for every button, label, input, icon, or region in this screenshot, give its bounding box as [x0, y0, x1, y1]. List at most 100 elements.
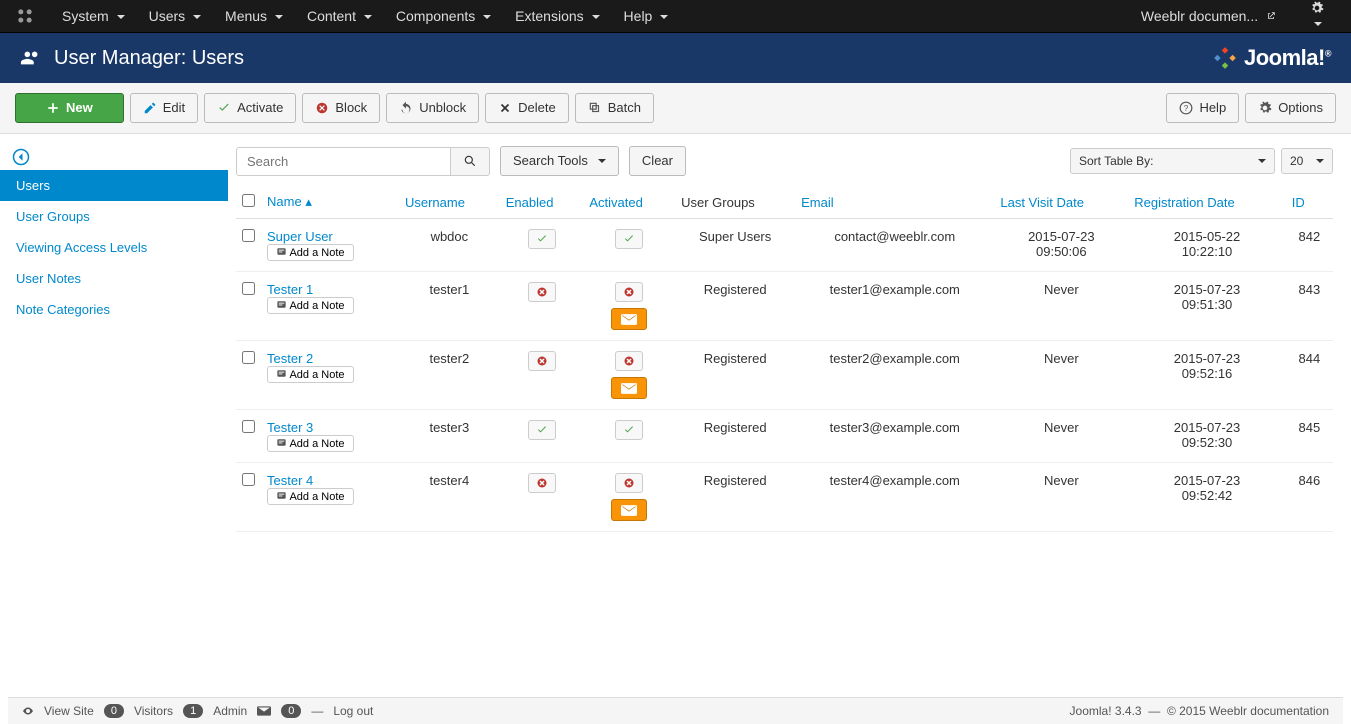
gear-icon	[1310, 1, 1324, 15]
sidebar-collapse[interactable]	[0, 144, 228, 170]
search-tools-button[interactable]: Search Tools	[500, 146, 619, 176]
users-icon	[20, 47, 42, 69]
enabled-toggle[interactable]	[528, 351, 556, 371]
username-cell: tester1	[399, 272, 500, 341]
search-button[interactable]	[451, 147, 490, 176]
block-button[interactable]: Block	[302, 93, 380, 123]
site-frontend-link[interactable]: Weeblr documen...	[1129, 0, 1288, 32]
table-row: Super User Add a NotewbdocSuper Userscon…	[236, 219, 1333, 272]
activated-toggle[interactable]	[615, 473, 643, 493]
table-row: Tester 4 Add a Notetester4Registeredtest…	[236, 463, 1333, 532]
help-button[interactable]: ? Help	[1166, 93, 1239, 123]
username-cell: tester3	[399, 410, 500, 463]
row-checkbox[interactable]	[242, 351, 255, 364]
top-menu-components[interactable]: Components	[384, 0, 503, 32]
col-registration[interactable]: Registration Date	[1128, 186, 1286, 219]
clear-button[interactable]: Clear	[629, 146, 686, 176]
admin-label[interactable]: Admin	[213, 704, 247, 718]
user-name-link[interactable]: Super User	[267, 229, 333, 244]
top-menu-system[interactable]: System	[50, 0, 137, 32]
svg-text:?: ?	[1184, 104, 1189, 113]
activated-toggle[interactable]	[615, 282, 643, 302]
page-header: User Manager: Users Joomla!®	[0, 33, 1351, 83]
logout-link[interactable]: Log out	[333, 704, 373, 718]
unblock-button[interactable]: Unblock	[386, 93, 479, 123]
sidebar-item-users[interactable]: Users	[0, 170, 228, 201]
col-username[interactable]: Username	[399, 186, 500, 219]
search-input[interactable]	[236, 147, 451, 176]
registration-cell: 2015-07-2309:52:16	[1128, 341, 1286, 410]
row-checkbox[interactable]	[242, 420, 255, 433]
check-all[interactable]	[242, 194, 255, 207]
user-name-link[interactable]: Tester 4	[267, 473, 313, 488]
user-name-link[interactable]: Tester 3	[267, 420, 313, 435]
top-menu-extensions[interactable]: Extensions	[503, 0, 611, 32]
arrow-left-circle-icon	[12, 148, 30, 166]
top-menu-content[interactable]: Content	[295, 0, 384, 32]
id-cell: 844	[1286, 341, 1333, 410]
add-note-button[interactable]: Add a Note	[267, 297, 354, 314]
user-name-link[interactable]: Tester 1	[267, 282, 313, 297]
batch-button[interactable]: Batch	[575, 93, 654, 123]
email-cell: tester1@example.com	[795, 272, 994, 341]
add-note-button[interactable]: Add a Note	[267, 435, 354, 452]
batch-icon	[588, 101, 602, 115]
add-note-button[interactable]: Add a Note	[267, 366, 354, 383]
email-cell: tester3@example.com	[795, 410, 994, 463]
col-email[interactable]: Email	[795, 186, 994, 219]
add-note-button[interactable]: Add a Note	[267, 488, 354, 505]
col-id[interactable]: ID	[1286, 186, 1333, 219]
send-activation-mail[interactable]	[611, 499, 647, 521]
send-activation-mail[interactable]	[611, 308, 647, 330]
logout-separator: —	[311, 704, 323, 718]
users-table: Name ▴ Username Enabled Activated User G…	[236, 186, 1333, 532]
plus-icon	[46, 101, 60, 115]
add-note-button[interactable]: Add a Note	[267, 244, 354, 261]
sidebar-item-user-groups[interactable]: User Groups	[0, 201, 228, 232]
activate-button[interactable]: Activate	[204, 93, 296, 123]
user-name-link[interactable]: Tester 2	[267, 351, 313, 366]
limit-select[interactable]: 20	[1281, 148, 1333, 174]
sidebar-item-note-categories[interactable]: Note Categories	[0, 294, 228, 325]
registration-cell: 2015-07-2309:51:30	[1128, 272, 1286, 341]
col-lastvisit[interactable]: Last Visit Date	[994, 186, 1128, 219]
top-menu-users[interactable]: Users	[137, 0, 213, 32]
email-cell: tester2@example.com	[795, 341, 994, 410]
messages-badge[interactable]: 0	[281, 704, 301, 718]
sort-select[interactable]: Sort Table By:	[1070, 148, 1275, 174]
main-area: UsersUser GroupsViewing Access LevelsUse…	[0, 134, 1351, 544]
activated-toggle[interactable]	[615, 229, 643, 249]
col-enabled[interactable]: Enabled	[500, 186, 584, 219]
col-activated[interactable]: Activated	[583, 186, 675, 219]
delete-button[interactable]: Delete	[485, 93, 569, 123]
new-button[interactable]: New	[15, 93, 124, 123]
send-activation-mail[interactable]	[611, 377, 647, 399]
username-cell: tester4	[399, 463, 500, 532]
view-site-link[interactable]: View Site	[44, 704, 94, 718]
row-checkbox[interactable]	[242, 229, 255, 242]
enabled-toggle[interactable]	[528, 473, 556, 493]
row-checkbox[interactable]	[242, 282, 255, 295]
activated-toggle[interactable]	[615, 420, 643, 440]
x-icon	[498, 101, 512, 115]
col-groups: User Groups	[675, 186, 795, 219]
action-toolbar: New Edit Activate Block Unblock Delete B…	[0, 83, 1351, 134]
col-name[interactable]: Name ▴	[261, 186, 399, 219]
edit-button[interactable]: Edit	[130, 93, 198, 123]
top-menu-menus[interactable]: Menus	[213, 0, 295, 32]
top-settings-menu[interactable]	[1298, 0, 1336, 39]
search-icon	[463, 154, 477, 168]
email-cell: contact@weeblr.com	[795, 219, 994, 272]
visitors-label[interactable]: Visitors	[134, 704, 173, 718]
enabled-toggle[interactable]	[528, 420, 556, 440]
sidebar-item-user-notes[interactable]: User Notes	[0, 263, 228, 294]
content-area: Search Tools Clear Sort Table By: 20 Nam…	[228, 134, 1351, 544]
enabled-toggle[interactable]	[528, 229, 556, 249]
top-menu-help[interactable]: Help	[612, 0, 681, 32]
row-checkbox[interactable]	[242, 473, 255, 486]
sidebar-item-viewing-access-levels[interactable]: Viewing Access Levels	[0, 232, 228, 263]
groups-cell: Registered	[675, 410, 795, 463]
activated-toggle[interactable]	[615, 351, 643, 371]
options-button[interactable]: Options	[1245, 93, 1336, 123]
enabled-toggle[interactable]	[528, 282, 556, 302]
